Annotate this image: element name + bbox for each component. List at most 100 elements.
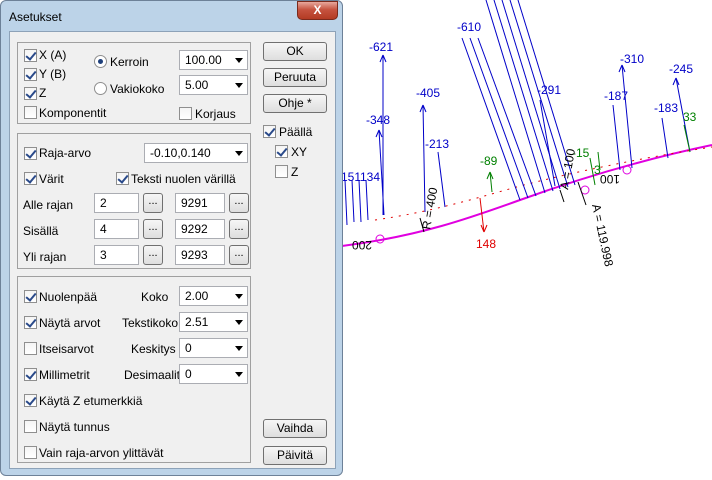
factor-dropdown[interactable]: 100.00 — [179, 50, 248, 70]
station-marker — [622, 165, 632, 175]
absolute-checkbox[interactable] — [24, 342, 37, 355]
above-label: Yli rajan — [23, 250, 67, 264]
inside-code-browse-button[interactable]: ... — [229, 219, 249, 239]
help-button[interactable]: Ohje * — [263, 94, 327, 113]
settings-dialog: Asetukset X X (A) Y (B) Z Komponentit Ke… — [0, 0, 343, 476]
absolute-label: Itseisarvot — [39, 342, 94, 356]
chainage-label: 200 — [352, 238, 372, 252]
chainage-label: 100 — [600, 172, 620, 186]
constant-value: 5.00 — [185, 78, 209, 92]
cancel-button[interactable]: Peruuta — [263, 68, 327, 87]
colors-checkbox[interactable] — [24, 172, 37, 185]
above-code-field[interactable]: 9293 — [175, 245, 225, 265]
chevron-down-icon — [235, 151, 243, 156]
dialog-client: X (A) Y (B) Z Komponentit Kerroin Vakiok… — [9, 31, 336, 469]
on-checkbox[interactable] — [263, 125, 276, 138]
inside-count-browse-button[interactable]: ... — [143, 219, 163, 239]
on-z-label: Z — [291, 165, 299, 179]
x-label: X (A) — [39, 48, 67, 62]
group-limits: Raja-arvo -0.10,0.140 Värit Teksti nuole… — [17, 133, 251, 269]
onlyexceed-checkbox[interactable] — [24, 446, 37, 459]
textcolor-checkbox[interactable] — [116, 172, 129, 185]
green-label: -89 — [480, 154, 498, 168]
factor-value: 100.00 — [185, 53, 222, 67]
showvalues-checkbox[interactable] — [24, 316, 37, 329]
group-components: X (A) Y (B) Z Komponentit Kerroin Vakiok… — [17, 42, 251, 124]
inside-count-field[interactable]: 4 — [94, 219, 139, 239]
textsize-dropdown[interactable]: 2.51 — [179, 312, 248, 332]
textsize-label: Tekstikoko — [122, 316, 179, 330]
blue-label: -187 — [604, 89, 628, 103]
fix-checkbox[interactable] — [179, 107, 192, 120]
decimals-dropdown[interactable]: 0 — [179, 364, 248, 384]
limit-checkbox[interactable] — [24, 147, 37, 160]
mm-label: Millimetrit — [39, 368, 90, 382]
constant-radio[interactable] — [94, 82, 107, 95]
update-button[interactable]: Päivitä — [263, 446, 327, 465]
above-code-browse-button[interactable]: ... — [229, 245, 249, 265]
limit-dropdown[interactable]: -0.10,0.140 — [144, 143, 248, 163]
z-checkbox[interactable] — [24, 87, 37, 100]
green-label: 3 — [594, 163, 601, 177]
arrowhead-checkbox[interactable] — [24, 290, 37, 303]
center-dropdown[interactable]: 0 — [179, 338, 248, 358]
x-checkbox[interactable] — [24, 49, 37, 62]
on-label: Päällä — [279, 125, 313, 139]
group-display: Nuolenpää Koko 2.00 Näytä arvot Tekstiko… — [17, 276, 251, 463]
xy-checkbox[interactable] — [275, 145, 288, 158]
constant-dropdown[interactable]: 5.00 — [179, 75, 248, 95]
close-button[interactable]: X — [297, 1, 338, 20]
red-label: 148 — [476, 237, 496, 251]
above-count-browse-button[interactable]: ... — [143, 245, 163, 265]
size-label: Koko — [141, 290, 169, 304]
curve-label: R = 400 — [419, 186, 440, 230]
center-label: Keskitys — [131, 342, 176, 356]
inside-code-field[interactable]: 9292 — [175, 219, 225, 239]
z-label: Z — [39, 86, 47, 100]
blue-arrows — [344, 0, 691, 226]
blue-label: -183 — [654, 101, 678, 115]
on-z-checkbox[interactable] — [275, 165, 288, 178]
blue-label: -610 — [457, 20, 481, 34]
constant-label: Vakiokoko — [110, 82, 165, 96]
chevron-down-icon — [235, 346, 243, 351]
onlyexceed-label: Vain raja-arvon ylittävät — [39, 446, 164, 460]
colors-label: Värit — [39, 172, 64, 186]
y-checkbox[interactable] — [24, 68, 37, 81]
change-button[interactable]: Vaihda — [263, 419, 327, 438]
showid-checkbox[interactable] — [24, 420, 37, 433]
below-count-browse-button[interactable]: ... — [143, 193, 163, 213]
dialog-title: Asetukset — [9, 10, 62, 24]
zprefix-checkbox[interactable] — [24, 394, 37, 407]
below-code-field[interactable]: 9291 — [175, 193, 225, 213]
chevron-down-icon — [235, 58, 243, 63]
components-checkbox[interactable] — [24, 106, 37, 119]
blue-label: -213 — [425, 137, 449, 151]
ok-button[interactable]: OK — [263, 42, 327, 61]
y-label: Y (B) — [39, 67, 67, 81]
chevron-down-icon — [235, 372, 243, 377]
chevron-down-icon — [235, 83, 243, 88]
showid-label: Näytä tunnus — [39, 420, 110, 434]
factor-radio[interactable] — [94, 55, 107, 68]
blue-label: 134 — [360, 170, 380, 184]
below-code-browse-button[interactable]: ... — [229, 193, 249, 213]
chevron-down-icon — [235, 294, 243, 299]
center-value: 0 — [185, 341, 192, 355]
blue-label: -405 — [416, 86, 440, 100]
size-dropdown[interactable]: 2.00 — [179, 286, 248, 306]
mm-checkbox[interactable] — [24, 368, 37, 381]
red-arrow — [479, 197, 488, 233]
blue-label: -348 — [366, 113, 390, 127]
below-label: Alle rajan — [23, 198, 74, 212]
zprefix-label: Käytä Z etumerkkiä — [39, 394, 143, 408]
inside-label: Sisällä — [23, 224, 59, 238]
factor-label: Kerroin — [110, 55, 149, 69]
below-count-field[interactable]: 2 — [94, 193, 139, 213]
blue-label: -245 — [669, 62, 693, 76]
blue-label: -291 — [537, 83, 561, 97]
arrowhead-label: Nuolenpää — [39, 290, 98, 304]
textcolor-label: Teksti nuolen värillä — [131, 172, 236, 186]
above-count-field[interactable]: 3 — [94, 245, 139, 265]
curve-label: A = 119.998 — [589, 203, 616, 268]
